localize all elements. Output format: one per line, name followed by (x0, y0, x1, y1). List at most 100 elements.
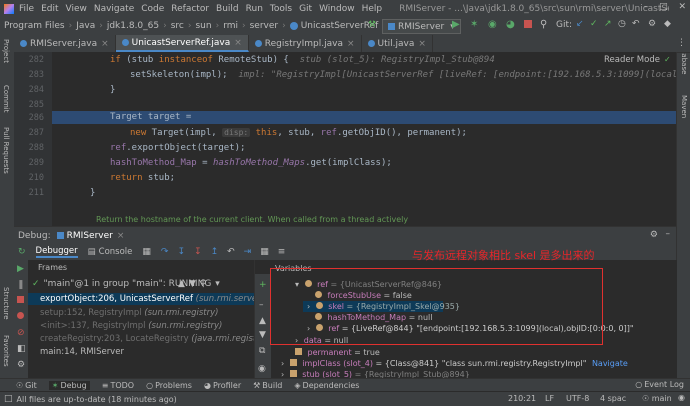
status-toggle-icon[interactable]: □ (4, 394, 13, 404)
frame-item[interactable]: exportObject:206, UnicastServerRef (sun.… (40, 294, 254, 304)
mute-breakpoints-icon[interactable]: ⊘ (17, 328, 25, 338)
thread-selector[interactable]: ✓ "main"@1 in group "main": RUNNING ▾ (32, 277, 250, 291)
evaluate-icon[interactable]: ▦ (260, 247, 269, 257)
close-icon[interactable]: ✕ (678, 2, 686, 12)
breadcrumb-item[interactable]: rmi (223, 21, 238, 31)
lock-icon[interactable]: ◉ (678, 393, 685, 402)
coverage-icon[interactable]: ◉ (488, 19, 497, 30)
frame-up-icon[interactable]: ▲ (178, 279, 185, 289)
frame-item[interactable]: main:14, RMIServer (40, 347, 124, 357)
menu-build[interactable]: Build (216, 4, 239, 14)
remove-watch-icon[interactable]: – (259, 300, 264, 310)
close-tab-icon[interactable]: × (234, 38, 242, 48)
tool-event-log[interactable]: ○ Event Log (635, 380, 684, 389)
close-tab-icon[interactable]: × (101, 39, 109, 49)
tab-unicastserverref[interactable]: UnicastServerRef.java × (115, 35, 249, 52)
menu-run[interactable]: Run (246, 4, 263, 14)
force-step-into-icon[interactable]: ↧ (194, 247, 202, 257)
tab-util[interactable]: Util.java × (362, 35, 433, 52)
tool-structure[interactable]: Structure (2, 287, 10, 320)
search-everywhere-icon[interactable]: ⚲ (540, 19, 547, 30)
rollback-icon[interactable]: ↶ (632, 19, 640, 29)
frame-item[interactable]: createRegistry:203, LocateRegistry (java… (40, 334, 254, 344)
tool-pull-requests[interactable]: Pull Requests (2, 127, 10, 174)
git-push-icon[interactable]: ↗ (604, 19, 612, 29)
run-icon[interactable]: ▶ (452, 19, 460, 30)
line-separator[interactable]: LF (545, 394, 554, 403)
move-up-icon[interactable]: ▲ (259, 316, 266, 326)
tool-todo[interactable]: ≡ TODO (102, 381, 134, 390)
debug-more-settings-icon[interactable]: ⚙ (17, 360, 25, 370)
debug-settings-icon[interactable]: ⚙ (650, 230, 658, 240)
rerun-icon[interactable]: ↻ (18, 247, 26, 257)
tab-debugger[interactable]: Debugger (35, 246, 78, 258)
settings-icon[interactable]: ⚙ (648, 19, 656, 29)
menu-code[interactable]: Code (141, 4, 164, 14)
stop-debug-icon[interactable] (17, 296, 24, 303)
git-commit-icon[interactable]: ✓ (590, 19, 598, 29)
git-branch-widget[interactable]: ☉ main (642, 394, 672, 403)
history-icon[interactable]: ◷ (618, 19, 626, 29)
close-tab-icon[interactable]: × (418, 39, 426, 49)
git-update-icon[interactable]: ↙ (576, 19, 584, 29)
variable-row[interactable]: permanent = true (295, 348, 380, 357)
breadcrumb-item[interactable]: Program Files (4, 21, 65, 31)
breadcrumb-item[interactable]: sun (195, 21, 211, 31)
navigate-link[interactable]: Navigate (592, 359, 628, 368)
tab-rmiserver[interactable]: RMIServer.java × (14, 35, 116, 52)
menu-git[interactable]: Git (299, 4, 312, 14)
breadcrumb-item[interactable]: UnicastServerRef (301, 21, 379, 31)
trace-icon[interactable]: ≡ (278, 247, 286, 257)
watch-icon[interactable]: ◉ (258, 364, 266, 374)
run-config-select[interactable]: RMIServer ▾ (382, 19, 461, 34)
code-editor[interactable]: Reader Mode ✓ 282 if (stub instanceof Re… (14, 52, 676, 226)
variable-row[interactable]: › implClass (slot_4) = {Class@841} "clas… (281, 359, 628, 368)
chevron-right-icon[interactable]: › (281, 370, 284, 378)
minimize-icon[interactable]: – (644, 2, 649, 12)
cursor-position[interactable]: 210:21 (508, 394, 536, 403)
breadcrumb-item[interactable]: jdk1.8.0_65 (107, 21, 159, 31)
debug-session-tab[interactable]: RMIServer × (56, 231, 125, 241)
menu-window[interactable]: Window (319, 4, 355, 14)
variable-row[interactable]: › stub (slot_5) = {RegistryImpl_Stub@894… (281, 370, 470, 378)
menu-navigate[interactable]: Navigate (94, 4, 134, 14)
menu-view[interactable]: View (66, 4, 87, 14)
get-thread-dump-icon[interactable]: ◧ (17, 344, 26, 354)
jetbrains-icon[interactable]: ◆ (664, 19, 671, 29)
tool-problems[interactable]: ○ Problems (146, 381, 192, 390)
stop-icon[interactable] (524, 20, 532, 28)
profile-icon[interactable]: ◕ (506, 19, 515, 30)
debug-icon[interactable]: ✶ (470, 19, 478, 30)
breadcrumb-item[interactable]: Java (76, 21, 95, 31)
step-into-icon[interactable]: ↧ (177, 247, 185, 257)
step-out-icon[interactable]: ↥ (211, 247, 219, 257)
debug-minimize-icon[interactable]: – (666, 229, 671, 239)
drop-frame-icon[interactable]: ↶ (227, 247, 235, 257)
tool-commit[interactable]: Commit (2, 85, 10, 113)
layout-icon[interactable]: ▦ (142, 247, 151, 257)
move-down-icon[interactable]: ▼ (259, 330, 266, 340)
breadcrumb-item[interactable]: server (250, 21, 279, 31)
frame-item[interactable]: <init>:137, RegistryImpl (sun.rmi.regist… (40, 321, 222, 331)
menu-tools[interactable]: Tools (270, 4, 292, 14)
tool-git[interactable]: ☉ Git (16, 381, 37, 390)
close-tab-icon[interactable]: × (347, 39, 355, 49)
tabs-menu-icon[interactable]: ⋮ (677, 38, 686, 48)
filter-icon[interactable]: ⚲ (200, 279, 207, 289)
duplicate-icon[interactable]: ⧉ (259, 346, 265, 356)
menu-file[interactable]: File (19, 4, 34, 14)
close-tab-icon[interactable]: × (117, 231, 125, 241)
tool-project[interactable]: Project (2, 39, 10, 63)
tool-dependencies[interactable]: ◈ Dependencies (294, 381, 359, 390)
tab-console[interactable]: ▤ Console (88, 247, 133, 257)
indent-setting[interactable]: 4 spac (600, 394, 626, 403)
run-to-cursor-icon[interactable]: ⇥ (244, 247, 252, 257)
step-over-icon[interactable]: ↷ (161, 247, 169, 257)
hammer-icon[interactable]: ⚒ (368, 20, 376, 30)
menu-help[interactable]: Help (362, 4, 383, 14)
reader-mode-button[interactable]: Reader Mode (604, 55, 660, 65)
breadcrumb-item[interactable]: src (171, 21, 184, 31)
resume-icon[interactable]: ▶ (17, 264, 24, 274)
tool-maven[interactable]: Maven (680, 95, 688, 118)
tool-build[interactable]: ⚒ Build (253, 381, 282, 390)
